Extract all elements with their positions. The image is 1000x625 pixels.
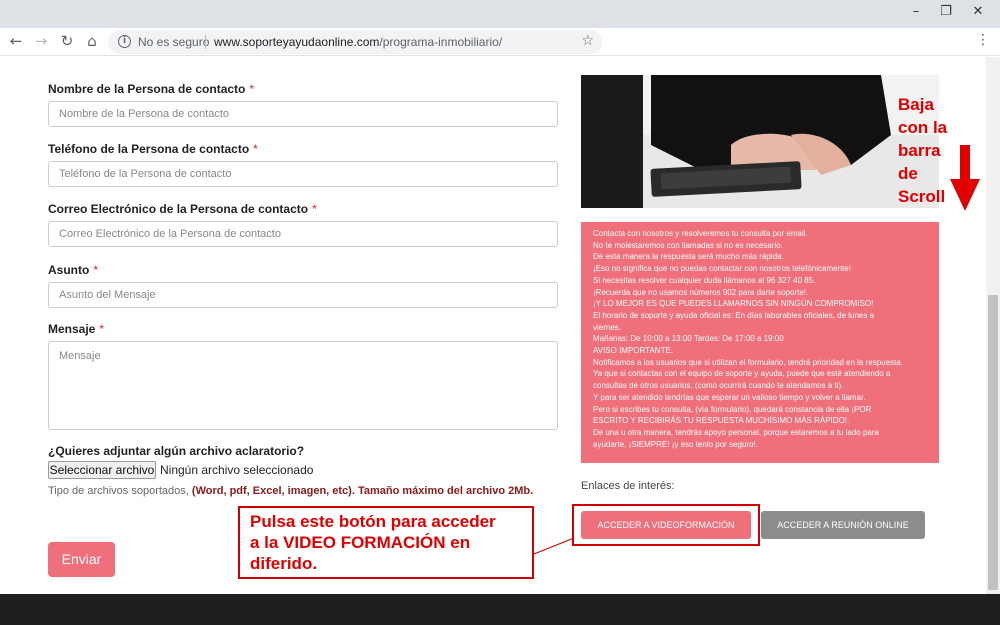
scroll-hint-line: barra: [898, 141, 941, 160]
browser-titlebar: – ❐ ✕: [0, 0, 1000, 28]
scroll-hint-line: Baja: [898, 95, 934, 114]
select-file-button[interactable]: Seleccionar archivo: [48, 461, 156, 479]
info-line: ESCRITO Y RECIBIRÁS TU RESPUESTA MUCHÍSI…: [593, 416, 850, 426]
info-line: Contacta con nosotros y resolveremos tu …: [593, 229, 808, 238]
scroll-hint-line: con la: [898, 118, 948, 137]
file-types-note: Tipo de archivos soportados, (Word, pdf,…: [48, 485, 534, 497]
scroll-hint: Baja con la barra de Scroll: [898, 93, 958, 208]
scroll-hint-line: de: [898, 164, 918, 183]
page-scrollbar[interactable]: [986, 57, 1000, 594]
info-line: Y para ser atendido tendrías que esperar…: [593, 392, 866, 402]
phone-input[interactable]: Teléfono de la Persona de contacto: [48, 161, 558, 187]
reload-icon[interactable]: ↻: [57, 32, 77, 50]
info-line: Ya que si contactas con el equipo de sop…: [593, 369, 891, 379]
info-line: Si necesitas resolver cualquier duda llá…: [593, 275, 816, 285]
links-title: Enlaces de interés:: [581, 480, 675, 492]
info-line: El horario de soporte y ayuda oficial es…: [593, 310, 875, 320]
info-line: ¡Eso no significa que no puedas contacta…: [593, 264, 851, 274]
scrollbar-thumb[interactable]: [988, 295, 998, 590]
info-line: No te molestaremos con llamadas si no es…: [593, 240, 783, 250]
email-input[interactable]: Correo Electrónico de la Persona de cont…: [48, 221, 558, 247]
restore-icon[interactable]: ❐: [936, 4, 956, 19]
info-line: viernes.: [593, 322, 622, 332]
page-footer: [0, 594, 1000, 625]
info-line: ¡Recuerda que no usamos números 902 para…: [593, 287, 809, 297]
phone-label: Teléfono de la Persona de contacto *: [48, 142, 258, 156]
bookmark-star-icon[interactable]: ☆: [581, 33, 594, 49]
info-icon[interactable]: i: [118, 35, 131, 48]
callout-box: Pulsa este botón para acceder a la VIDEO …: [238, 506, 534, 579]
online-meeting-button[interactable]: ACCEDER A REUNIÓN ONLINE: [761, 511, 925, 539]
minimize-icon[interactable]: –: [906, 4, 926, 19]
info-panel: Contacta con nosotros y resolveremos tu …: [581, 222, 939, 463]
back-icon[interactable]: ←: [6, 32, 26, 50]
address-bar[interactable]: i No es seguro www.soporteyayudaonline.c…: [108, 30, 602, 54]
callout-line: diferido.: [250, 554, 318, 573]
file-status: Ningún archivo seleccionado: [160, 463, 314, 477]
url-separator: [205, 35, 206, 49]
info-line: Notificamos a los usuarios que si utiliz…: [593, 357, 903, 367]
info-line: AVISO IMPORTANTE.: [593, 346, 674, 356]
subject-input[interactable]: Asunto del Mensaje: [48, 282, 558, 308]
message-textarea[interactable]: Mensaje: [48, 341, 558, 430]
info-line: ayudarte, ¡SIEMPRE! ¡y eso tenlo por seg…: [593, 439, 758, 449]
info-line: Mañanas: De 10:00 a 13:00 Tardes: De 17:…: [593, 334, 784, 344]
info-line: De una u otra manera, tendrás apoyo pers…: [593, 427, 879, 437]
attach-label: ¿Quieres adjuntar algún archivo aclarato…: [48, 444, 305, 458]
subject-label: Asunto *: [48, 263, 98, 277]
browser-toolbar: ← → ↻ ⌂ i No es seguro www.soporteyayuda…: [0, 28, 1000, 56]
forward-icon[interactable]: →: [31, 32, 51, 50]
down-arrow-icon: [950, 145, 980, 211]
browser-menu-icon[interactable]: ⋮: [976, 32, 990, 48]
security-label: No es seguro: [138, 35, 210, 49]
scroll-hint-line: Scroll: [898, 187, 946, 206]
info-line: De esta manera la respuesta será mucho m…: [593, 252, 784, 262]
support-photo: [581, 75, 939, 208]
callout-line: a la VIDEO FORMACIÓN en: [250, 533, 471, 552]
url-text[interactable]: www.soporteyayudaonline.com/programa-inm…: [214, 35, 502, 49]
info-line: Pero si escribes tu consulta, (vía formu…: [593, 404, 872, 414]
callout-line: Pulsa este botón para acceder: [250, 512, 496, 531]
contact-name-input[interactable]: Nombre de la Persona de contacto: [48, 101, 558, 127]
email-label: Correo Electrónico de la Persona de cont…: [48, 202, 317, 216]
send-button[interactable]: Enviar: [48, 542, 115, 577]
home-icon[interactable]: ⌂: [82, 32, 102, 50]
close-icon[interactable]: ✕: [968, 4, 988, 19]
info-line: consultas de otros usuarios, (como ocurr…: [593, 381, 844, 391]
callout-connector: [533, 537, 575, 555]
message-label: Mensaje *: [48, 322, 105, 336]
contact-name-label: Nombre de la Persona de contacto *: [48, 82, 255, 96]
video-button-highlight: [572, 504, 760, 546]
info-line: ¡Y LO MEJOR ES QUE PUEDES LLAMARNOS SIN …: [593, 299, 874, 309]
